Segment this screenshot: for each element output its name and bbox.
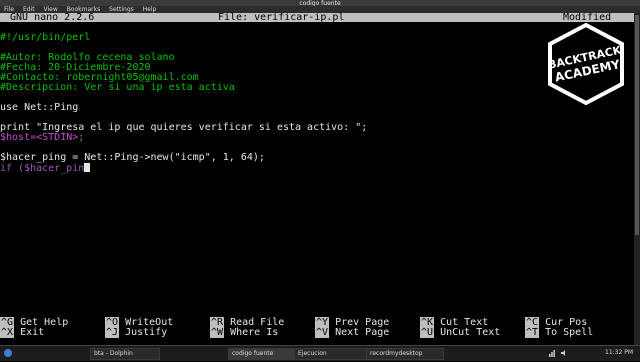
app-launcher-icon[interactable] <box>3 348 13 358</box>
code-line-if-text: if ($hacer_pin <box>0 163 85 174</box>
backtrack-academy-logo: BACKTRACK ACADEMY <box>547 22 624 106</box>
shortcut-label: Exit <box>20 327 45 338</box>
menu-settings[interactable]: Settings <box>109 6 134 13</box>
shortcut-justify[interactable]: ^J Justify <box>105 327 168 338</box>
clock[interactable]: 11:32 PM <box>605 348 639 358</box>
taskbar-item-codigo-fuente[interactable]: codigo fuente <box>228 348 298 360</box>
shortcut-label: Where Is <box>230 327 279 338</box>
code-line-if: if ($hacer_pin <box>0 163 91 174</box>
shortcut-key: ^V <box>315 327 330 338</box>
network-icon[interactable] <box>548 348 556 358</box>
nano-version: GNU nano 2.2.6 <box>10 12 95 23</box>
nano-filename: File: verificar-ip.pl <box>218 12 345 23</box>
editor-area[interactable]: #!/usr/bin/perl #Autor: Rodolfo cecena s… <box>0 33 634 313</box>
shortcut-exit[interactable]: ^X Exit <box>0 327 45 338</box>
nano-header: GNU nano 2.2.6 File: verificar-ip.pl Mod… <box>0 12 634 23</box>
volume-icon[interactable] <box>560 348 568 358</box>
text-cursor <box>84 163 91 172</box>
shortcut-key: ^J <box>105 327 120 338</box>
taskbar-item-recordmydesktop[interactable]: recordmydesktop <box>366 348 444 360</box>
shortcut-label: Justify <box>125 327 168 338</box>
shortcut-where-is[interactable]: ^W Where Is <box>210 327 279 338</box>
code-line-description: #Descripcion: Ver si una ip esta activa <box>0 82 235 93</box>
scrollbar-thumb[interactable] <box>635 15 639 235</box>
shortcut-label: UnCut Text <box>440 327 501 338</box>
code-line-use: use Net::Ping <box>0 102 79 113</box>
shortcut-to-spell[interactable]: ^T To Spell <box>525 327 594 338</box>
code-line-host: $host=<STDIN>; <box>0 132 85 143</box>
shortcut-key: ^T <box>525 327 540 338</box>
code-line-ping-new: $hacer_ping = Net::Ping->new("icmp", 1, … <box>0 152 265 163</box>
shortcut-key: ^X <box>0 327 15 338</box>
shortcut-label: To Spell <box>545 327 594 338</box>
nano-status: Modified <box>563 12 612 23</box>
shortcut-key: ^U <box>420 327 435 338</box>
shortcut-label: Next Page <box>335 327 390 338</box>
taskbar-item-ejecucion[interactable]: Ejecucion <box>294 348 370 360</box>
code-line-shebang: #!/usr/bin/perl <box>0 32 91 43</box>
taskbar-item-dolphin[interactable]: bta - Dolphin <box>90 348 160 360</box>
shortcut-next-page[interactable]: ^V Next Page <box>315 327 390 338</box>
shortcut-uncut-text[interactable]: ^U UnCut Text <box>420 327 501 338</box>
menu-help[interactable]: Help <box>143 6 157 13</box>
nano-shortcut-bar: ^G Get Help ^O WriteOut ^R Read File ^Y … <box>0 317 634 340</box>
shortcut-key: ^W <box>210 327 225 338</box>
scrollbar[interactable] <box>634 13 640 345</box>
taskbar: bta - Dolphin codigo fuente Ejecucion re… <box>0 345 640 361</box>
